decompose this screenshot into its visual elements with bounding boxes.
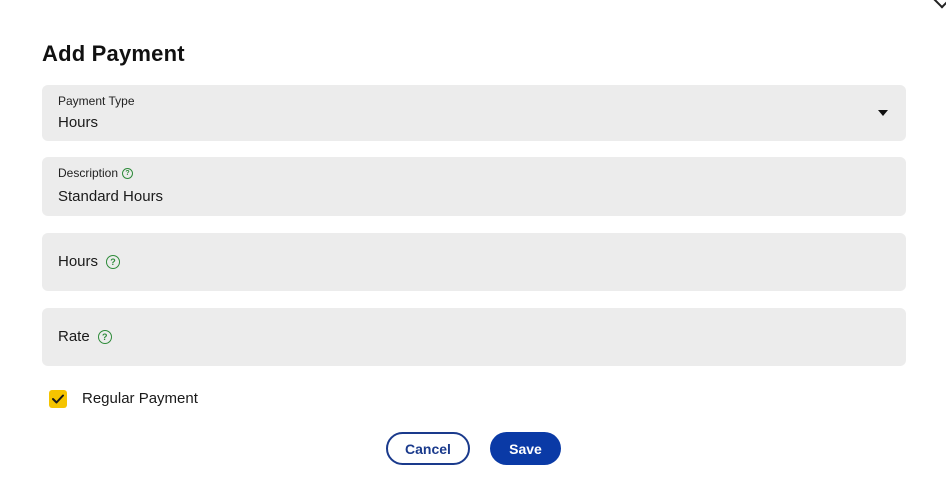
rate-placeholder: Rate ?: [58, 328, 112, 345]
description-label: Description ?: [58, 166, 134, 180]
dialog-title: Add Payment: [42, 41, 185, 66]
hours-placeholder-text: Hours: [58, 253, 99, 270]
cancel-button[interactable]: Cancel: [386, 432, 470, 465]
help-icon[interactable]: ?: [106, 254, 121, 269]
description-value: Standard Hours: [58, 188, 164, 205]
regular-payment-checkbox[interactable]: [49, 390, 67, 408]
hours-placeholder: Hours ?: [58, 253, 121, 270]
payment-type-label: Payment Type: [58, 94, 135, 108]
rate-field[interactable]: Rate ?: [42, 308, 906, 366]
chevron-down-icon[interactable]: [878, 110, 888, 116]
hours-field[interactable]: Hours ?: [42, 233, 906, 291]
save-button[interactable]: Save: [490, 432, 561, 465]
regular-payment-label: Regular Payment: [82, 390, 198, 407]
payment-type-select[interactable]: Payment Type Hours: [42, 85, 906, 141]
add-payment-dialog: Add Payment Payment Type Hours Descripti…: [0, 0, 946, 500]
rate-placeholder-text: Rate: [58, 328, 90, 345]
help-icon[interactable]: ?: [122, 167, 134, 179]
close-icon[interactable]: [933, 0, 946, 9]
description-label-text: Description: [58, 166, 119, 180]
check-icon: [52, 394, 64, 404]
payment-type-value: Hours: [58, 114, 99, 131]
description-field[interactable]: Description ? Standard Hours: [42, 157, 906, 216]
help-icon[interactable]: ?: [97, 329, 112, 344]
payment-type-label-text: Payment Type: [58, 94, 135, 108]
